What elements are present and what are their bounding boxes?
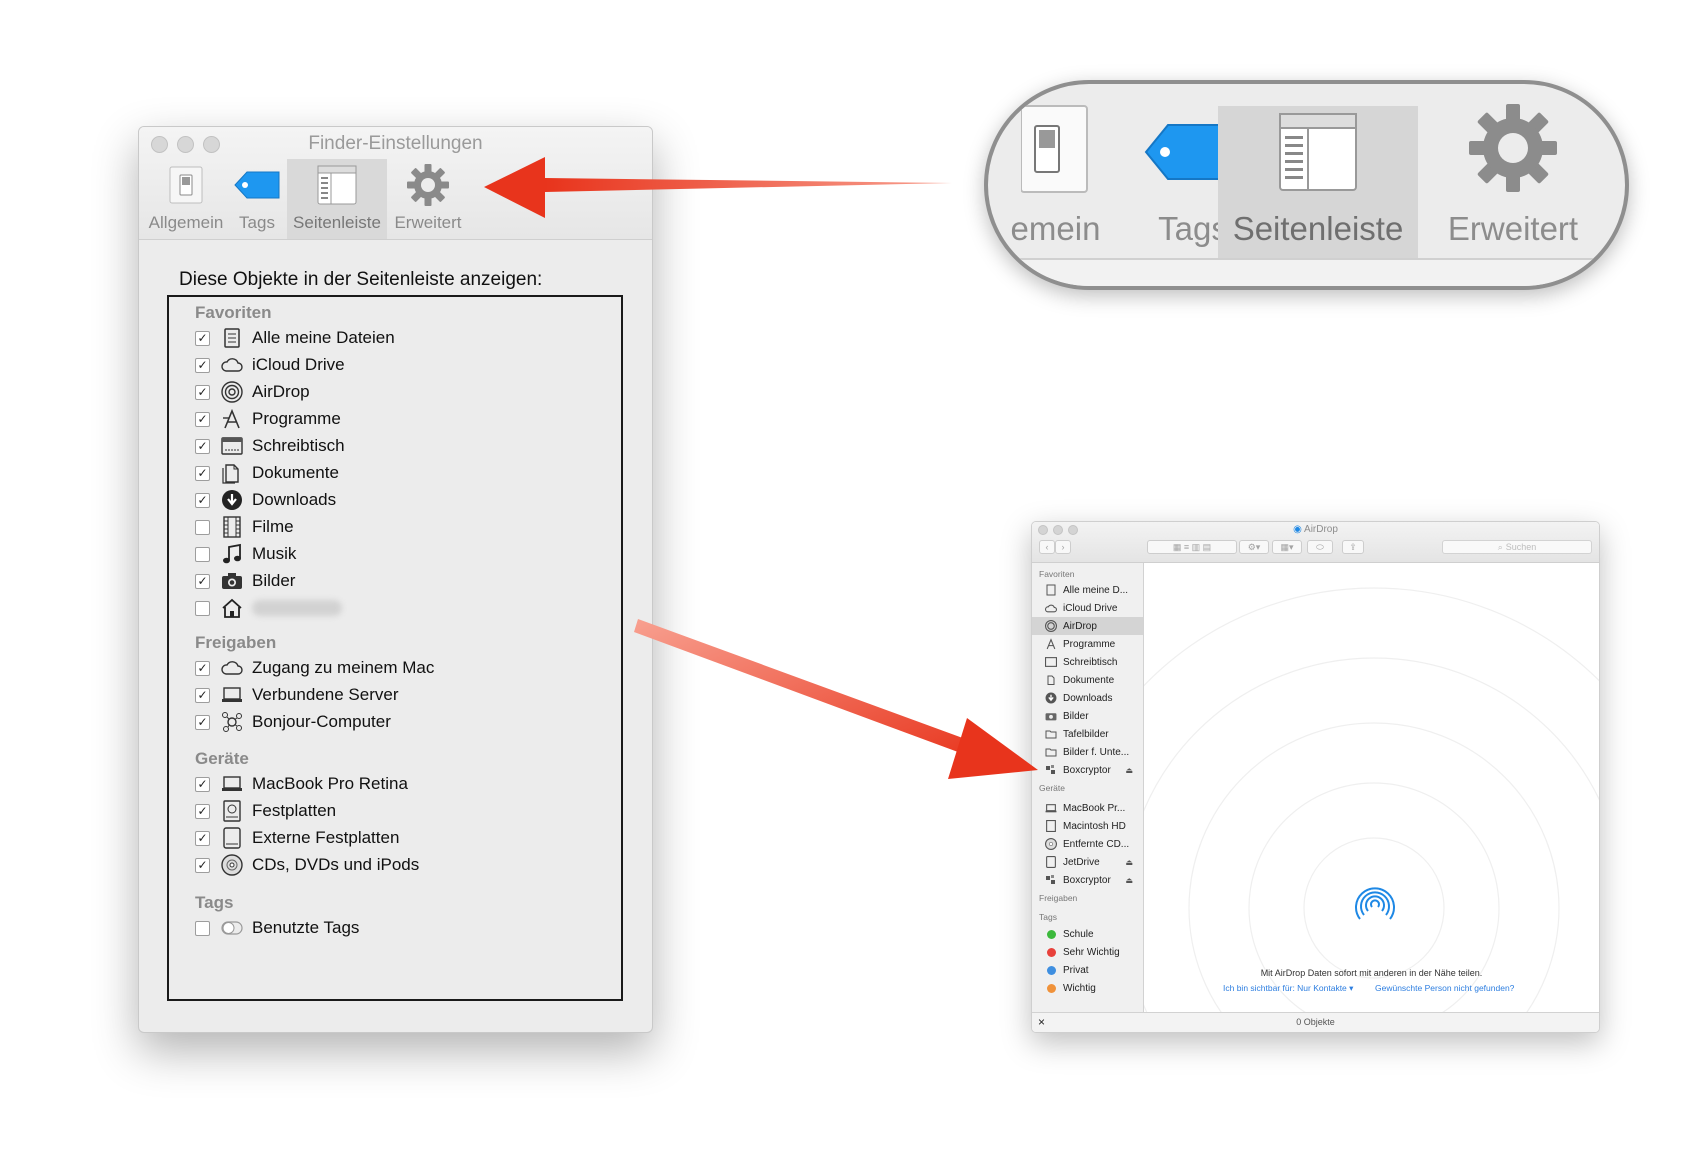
arrow-to-seitenleiste-tab [484, 157, 952, 218]
annotation-arrows [484, 157, 1038, 779]
arrow-to-finder-sidebar [634, 619, 1038, 779]
